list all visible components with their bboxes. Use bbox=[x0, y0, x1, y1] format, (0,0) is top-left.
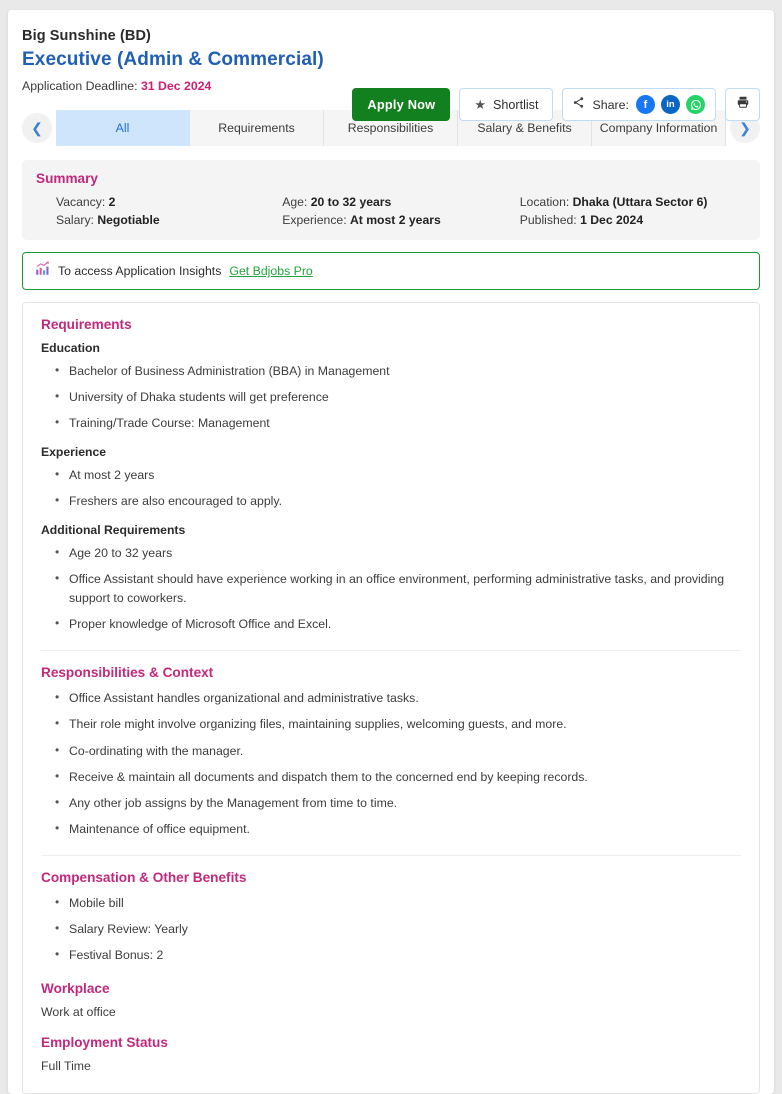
action-bar: Apply Now ★ Shortlist Share: f in bbox=[352, 88, 760, 121]
summary-label: Published: bbox=[519, 213, 577, 227]
list-item: Freshers are also encouraged to apply. bbox=[55, 491, 741, 511]
additional-requirements-label: Additional Requirements bbox=[41, 523, 186, 538]
summary-value: Dhaka (Uttara Sector 6) bbox=[572, 195, 708, 209]
education-list: Bachelor of Business Administration (BBA… bbox=[55, 361, 741, 433]
responsibilities-list: Office Assistant handles organizational … bbox=[55, 688, 741, 839]
list-item: At most 2 years bbox=[55, 465, 741, 485]
linkedin-icon[interactable]: in bbox=[661, 95, 680, 114]
summary-field-experience: Experience: At most 2 years bbox=[282, 213, 520, 227]
section-responsibilities: Responsibilities & Context Office Assist… bbox=[41, 665, 741, 838]
employment-status-text: Full Time bbox=[41, 1058, 91, 1073]
insights-chart-icon bbox=[35, 261, 50, 281]
summary-value: Negotiable bbox=[97, 213, 160, 227]
section-workplace: Workplace Work at office bbox=[41, 981, 741, 1019]
requirements-title: Requirements bbox=[41, 317, 132, 332]
application-insights-banner: To access Application Insights Get Bdjob… bbox=[22, 252, 760, 290]
list-item: Their role might involve organizing file… bbox=[55, 714, 741, 734]
share-icon bbox=[572, 96, 585, 114]
share-label: Share: bbox=[592, 97, 629, 112]
insights-banner-text: To access Application Insights bbox=[58, 264, 222, 278]
shortlist-button[interactable]: ★ Shortlist bbox=[459, 88, 554, 121]
workplace-text: Work at office bbox=[41, 1004, 116, 1019]
list-item: Proper knowledge of Microsoft Office and… bbox=[55, 614, 741, 634]
experience-label: Experience bbox=[41, 445, 107, 460]
job-header: Big Sunshine (BD) Executive (Admin & Com… bbox=[22, 28, 760, 93]
workplace-title: Workplace bbox=[41, 980, 110, 996]
list-item: Maintenance of office equipment. bbox=[55, 819, 741, 839]
summary-label: Experience: bbox=[282, 213, 347, 227]
summary-grid: Vacancy: 2 Age: 20 to 32 years Location:… bbox=[36, 195, 746, 227]
compensation-title: Compensation & Other Benefits bbox=[41, 869, 247, 885]
summary-field-location: Location: Dhaka (Uttara Sector 6) bbox=[520, 195, 746, 209]
page-title: Executive (Admin & Commercial) bbox=[22, 49, 324, 70]
section-divider bbox=[41, 650, 741, 652]
list-item: Any other job assigns by the Management … bbox=[55, 793, 741, 813]
star-icon: ★ bbox=[474, 97, 486, 112]
list-item: Office Assistant should have experience … bbox=[55, 569, 741, 608]
deadline-value: 31 Dec 2024 bbox=[140, 79, 212, 93]
tab-requirements[interactable]: Requirements bbox=[190, 110, 324, 146]
summary-field-salary: Salary: Negotiable bbox=[56, 213, 282, 227]
summary-label: Location: bbox=[519, 195, 570, 209]
responsibilities-title: Responsibilities & Context bbox=[41, 665, 214, 681]
print-icon bbox=[736, 95, 750, 114]
summary-box: Summary Vacancy: 2 Age: 20 to 32 years L… bbox=[22, 160, 760, 240]
additional-requirements-list: Age 20 to 32 years Office Assistant shou… bbox=[55, 543, 741, 634]
summary-title: Summary bbox=[36, 171, 98, 186]
summary-value: 2 bbox=[108, 195, 116, 209]
experience-list: At most 2 years Freshers are also encour… bbox=[55, 465, 741, 511]
section-employment-status: Employment Status Full Time bbox=[41, 1035, 741, 1073]
whatsapp-icon[interactable] bbox=[686, 95, 705, 114]
list-item: Bachelor of Business Administration (BBA… bbox=[55, 361, 741, 381]
list-item: University of Dhaka students will get pr… bbox=[55, 387, 741, 407]
facebook-icon[interactable]: f bbox=[636, 95, 655, 114]
tab-all[interactable]: All bbox=[56, 110, 190, 146]
section-requirements: Requirements Education Bachelor of Busin… bbox=[41, 317, 741, 634]
list-item: Co-ordinating with the manager. bbox=[55, 741, 741, 761]
list-item: Training/Trade Course: Management bbox=[55, 413, 741, 433]
get-bdjobs-pro-link[interactable]: Get Bdjobs Pro bbox=[229, 264, 312, 278]
shortlist-label: Shortlist bbox=[492, 97, 539, 112]
print-button[interactable] bbox=[725, 88, 760, 121]
list-item: Office Assistant handles organizational … bbox=[55, 688, 741, 708]
share-group: Share: f in bbox=[562, 88, 716, 121]
job-detail-card: Big Sunshine (BD) Executive (Admin & Com… bbox=[8, 10, 774, 1094]
company-name: Big Sunshine (BD) bbox=[22, 28, 151, 44]
apply-now-button[interactable]: Apply Now bbox=[352, 88, 451, 121]
list-item: Age 20 to 32 years bbox=[55, 543, 741, 563]
section-compensation: Compensation & Other Benefits Mobile bil… bbox=[41, 870, 741, 965]
chevron-left-icon[interactable]: ❮ bbox=[22, 113, 52, 143]
deadline-label: Application Deadline: bbox=[22, 79, 138, 93]
summary-field-published: Published: 1 Dec 2024 bbox=[520, 213, 746, 227]
list-item: Receive & maintain all documents and dis… bbox=[55, 767, 741, 787]
share-icons: f in bbox=[636, 95, 705, 114]
education-label: Education bbox=[41, 341, 100, 355]
summary-label: Age: bbox=[282, 195, 308, 209]
summary-label: Salary: bbox=[56, 213, 94, 227]
list-item: Mobile bill bbox=[55, 893, 741, 913]
list-item: Salary Review: Yearly bbox=[55, 919, 741, 939]
list-item: Festival Bonus: 2 bbox=[55, 945, 741, 965]
summary-value: 20 to 32 years bbox=[310, 195, 392, 209]
employment-status-title: Employment Status bbox=[41, 1034, 168, 1050]
summary-field-vacancy: Vacancy: 2 bbox=[56, 195, 282, 209]
summary-value: At most 2 years bbox=[349, 213, 441, 227]
summary-label: Vacancy: bbox=[56, 195, 106, 209]
section-divider bbox=[41, 854, 741, 856]
job-details-body: Requirements Education Bachelor of Busin… bbox=[22, 302, 760, 1094]
compensation-list: Mobile bill Salary Review: Yearly Festiv… bbox=[55, 893, 741, 965]
summary-field-age: Age: 20 to 32 years bbox=[282, 195, 520, 209]
summary-value: 1 Dec 2024 bbox=[580, 213, 644, 227]
